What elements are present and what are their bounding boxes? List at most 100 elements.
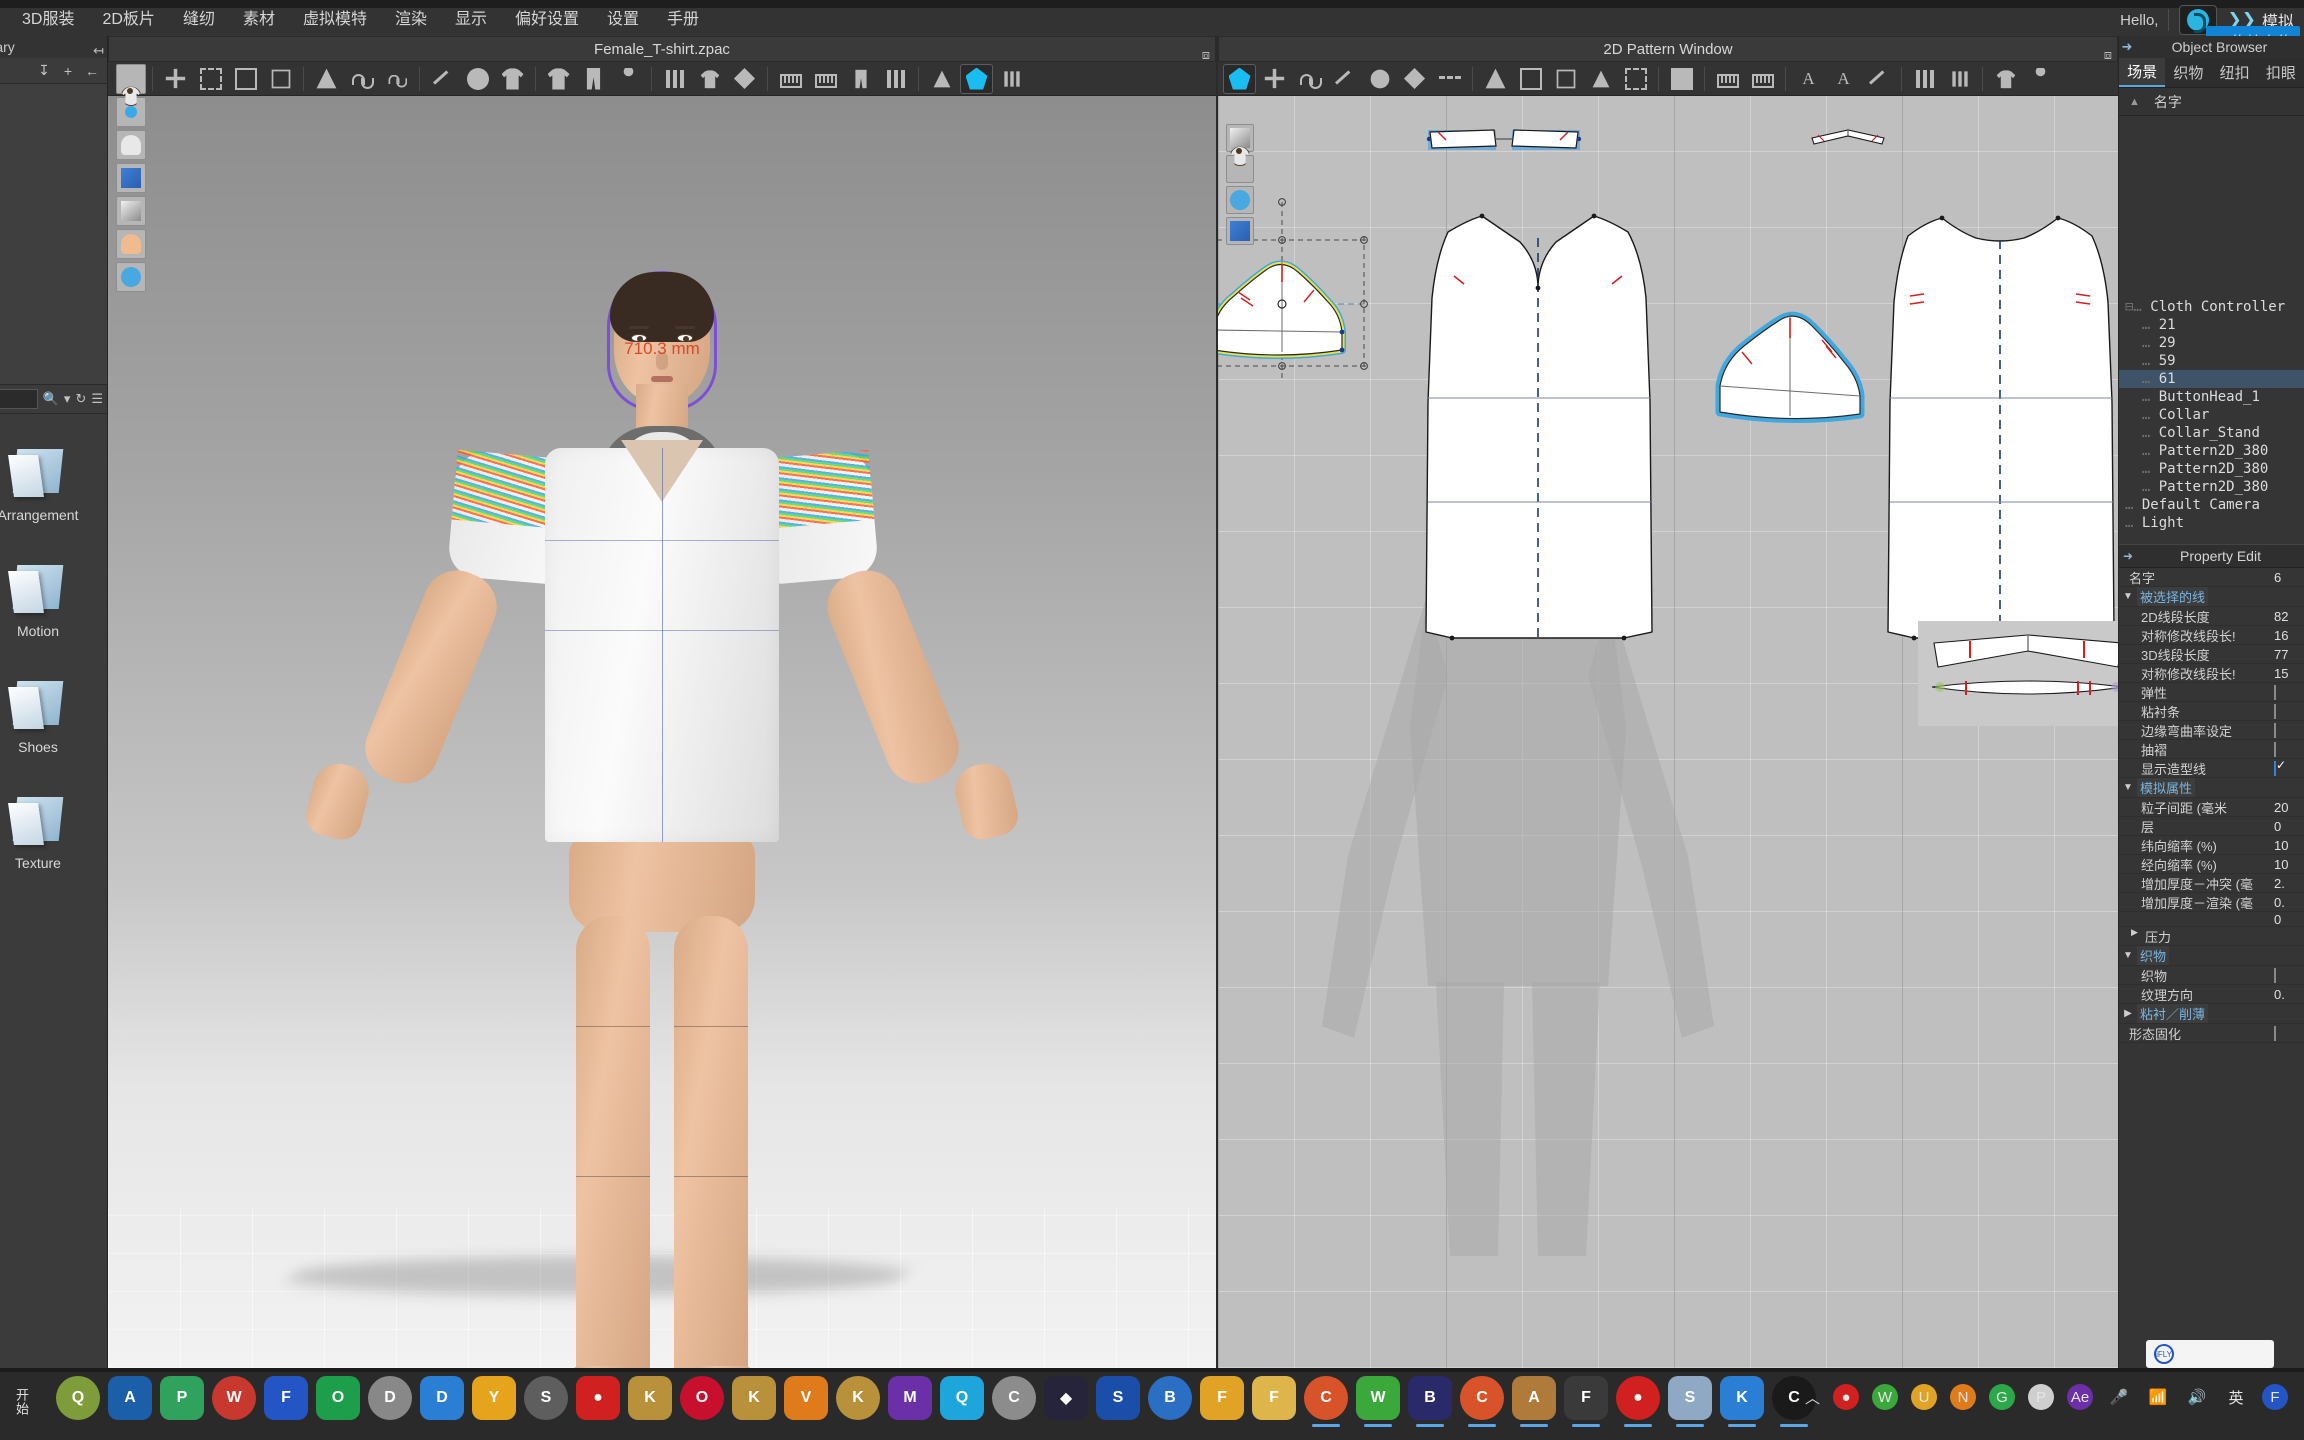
zoom-2d-icon[interactable] (1226, 146, 1254, 183)
tape-icon[interactable] (1746, 64, 1779, 94)
tree-node-61[interactable]: … 61 (2119, 370, 2304, 388)
checkbox-icon[interactable] (2274, 722, 2276, 738)
garment-body-3d[interactable] (545, 448, 779, 842)
app-key1[interactable]: K (628, 1376, 672, 1420)
app-record[interactable]: ● (576, 1376, 620, 1420)
checkbox-icon[interactable] (2274, 1025, 2276, 1041)
tab-button[interactable]: 纽扣 (2212, 58, 2258, 87)
panel-outline-icon[interactable] (1514, 64, 1547, 94)
pin-icon[interactable] (426, 64, 459, 94)
fabric-swatch-icon[interactable] (2274, 967, 2276, 983)
sphere-icon[interactable] (461, 64, 494, 94)
back-icon[interactable]: ← (82, 63, 102, 79)
transform-icon[interactable] (159, 64, 192, 94)
object-browser-column-header[interactable]: ▲ 名字 (2119, 88, 2304, 116)
app-style3d[interactable]: S (1668, 1376, 1712, 1427)
app-key2[interactable]: K (732, 1376, 776, 1420)
property-row-fabric[interactable]: 织物 (2119, 966, 2304, 985)
property-row-texture-direction[interactable]: 纹理方向 0. (2119, 985, 2304, 1004)
tree-node-light[interactable]: … Light (2119, 514, 2304, 532)
library-tree-node[interactable]: ms (0, 144, 107, 160)
property-section-fabric[interactable]: ▼ 织物 (2119, 946, 2304, 966)
app-blue2[interactable]: S (1096, 1376, 1140, 1420)
app-bili[interactable]: B (1408, 1376, 1452, 1427)
trim-icon[interactable] (844, 64, 877, 94)
pattern-piece-front-bodice[interactable] (1425, 192, 1668, 752)
app-rec2[interactable]: ● (1616, 1376, 1660, 1427)
app-stack[interactable]: B (1148, 1376, 1192, 1420)
app-folder2[interactable]: F (1252, 1376, 1296, 1420)
property-row-elastic[interactable]: 弹性 (2119, 683, 2304, 702)
tray-shield-icon[interactable]: U (1911, 1384, 1937, 1410)
app-panda[interactable]: P (160, 1376, 204, 1420)
app-dingtalk[interactable]: D (420, 1376, 464, 1420)
property-row-3d-length[interactable]: 3D线段长度 77 (2119, 645, 2304, 664)
checkbox-icon[interactable] (2274, 741, 2276, 757)
property-row-edge-curvature[interactable]: 边缘弯曲率设定 (2119, 721, 2304, 740)
zipper-icon[interactable] (774, 64, 807, 94)
menu-item-render[interactable]: 渲染 (381, 6, 441, 34)
expand-icon[interactable]: ⧈ (1202, 42, 1210, 68)
tree-node-pattern2d-3[interactable]: … Pattern2D_380 (2119, 478, 2304, 496)
app-purple[interactable]: M (888, 1376, 932, 1420)
edit-curve-point-icon[interactable] (1293, 64, 1326, 94)
curve-point-icon[interactable] (1363, 64, 1396, 94)
scissors-split-icon[interactable] (1398, 64, 1431, 94)
pattern-piece-sleeve-right[interactable] (1710, 296, 1890, 426)
tab-fabric[interactable]: 织物 (2165, 58, 2211, 87)
library-item-motion[interactable]: Motion (0, 544, 108, 660)
property-row-pressure-value[interactable]: 0 (2119, 912, 2304, 927)
tray-green-icon[interactable]: G (1989, 1384, 2015, 1410)
menu-item-3d-garment[interactable]: 3D服装 (8, 6, 88, 34)
app-art[interactable]: A (1512, 1376, 1556, 1427)
tray-mic-icon[interactable]: 🎤 (2106, 1384, 2132, 1410)
object-tree-nodes[interactable]: ⊟… Cloth Controller … 21 … 29 … 59 … 61 … (2119, 292, 2304, 532)
property-section-simulation[interactable]: ▼ 模拟属性 (2119, 778, 2304, 798)
pattern-2d-canvas[interactable] (1218, 96, 2118, 1368)
tray-orange-icon[interactable]: N (1950, 1384, 1976, 1410)
list-view-icon[interactable]: ☰ (91, 391, 103, 407)
property-checkbox[interactable] (2274, 1025, 2304, 1041)
tuck-icon[interactable] (577, 64, 610, 94)
app-key3[interactable]: K (836, 1376, 880, 1420)
expand-icon[interactable]: ⧈ (2104, 42, 2112, 68)
locator-icon[interactable] (960, 63, 993, 94)
skin-icon[interactable] (116, 229, 146, 259)
app-ifly[interactable]: F (264, 1376, 308, 1420)
tray-expand-icon[interactable]: ︿ (1805, 1387, 1820, 1408)
ifly-popup[interactable]: iFLY (2146, 1340, 2274, 1368)
chevron-right-icon[interactable]: ▶ (2131, 927, 2138, 938)
app-wechat[interactable]: W (1356, 1376, 1400, 1427)
menu-item-display[interactable]: 显示 (441, 6, 501, 34)
app-orange[interactable]: V (784, 1376, 828, 1420)
app-chrome[interactable]: C (1304, 1376, 1348, 1427)
pin-icon[interactable]: ➜ (2119, 549, 2137, 563)
property-row-name[interactable]: 名字 6 (2119, 568, 2304, 587)
layer-icon[interactable] (693, 64, 726, 94)
tree-node-pattern2d-1[interactable]: … Pattern2D_380 (2119, 442, 2304, 460)
pattern-piece-back-neck-band[interactable] (1808, 126, 1888, 148)
menu-item-2d-pattern[interactable]: 2D板片 (88, 6, 168, 34)
property-checkbox[interactable] (2274, 760, 2304, 776)
tree-node-collar[interactable]: … Collar (2119, 406, 2304, 424)
layers-2d-icon[interactable] (1226, 217, 1254, 245)
tab-buttonhole[interactable]: 扣眼 (2258, 58, 2304, 87)
tree-node-default-camera[interactable]: … Default Camera (2119, 496, 2304, 514)
property-row-pressure[interactable]: ▶ 压力 (2119, 927, 2304, 946)
globe-icon[interactable] (116, 262, 146, 292)
app-folder[interactable]: F (1200, 1376, 1244, 1420)
pattern-piece-collar-band-top[interactable] (1426, 124, 1586, 158)
property-row-weft-shrinkage[interactable]: 纬向缩率 (%) 10 (2119, 836, 2304, 855)
tray-volume-icon[interactable]: 🔊 (2184, 1384, 2210, 1410)
checkbox-checked-icon[interactable] (2274, 760, 2276, 776)
tree-node-21[interactable]: … 21 (2119, 316, 2304, 334)
tree-node-59[interactable]: … 59 (2119, 352, 2304, 370)
app-opera[interactable]: O (680, 1376, 724, 1420)
scene-3d-canvas[interactable]: 710.3 mm (108, 96, 1216, 1368)
app-dark[interactable]: ◆ (1044, 1376, 1088, 1420)
edit-pattern-icon[interactable] (1223, 63, 1256, 94)
property-row-2d-length[interactable]: 2D线段长度 82 (2119, 607, 2304, 626)
transform-pattern-icon[interactable] (1258, 64, 1291, 94)
property-checkbox[interactable] (2274, 684, 2304, 700)
property-checkbox[interactable] (2274, 703, 2304, 719)
